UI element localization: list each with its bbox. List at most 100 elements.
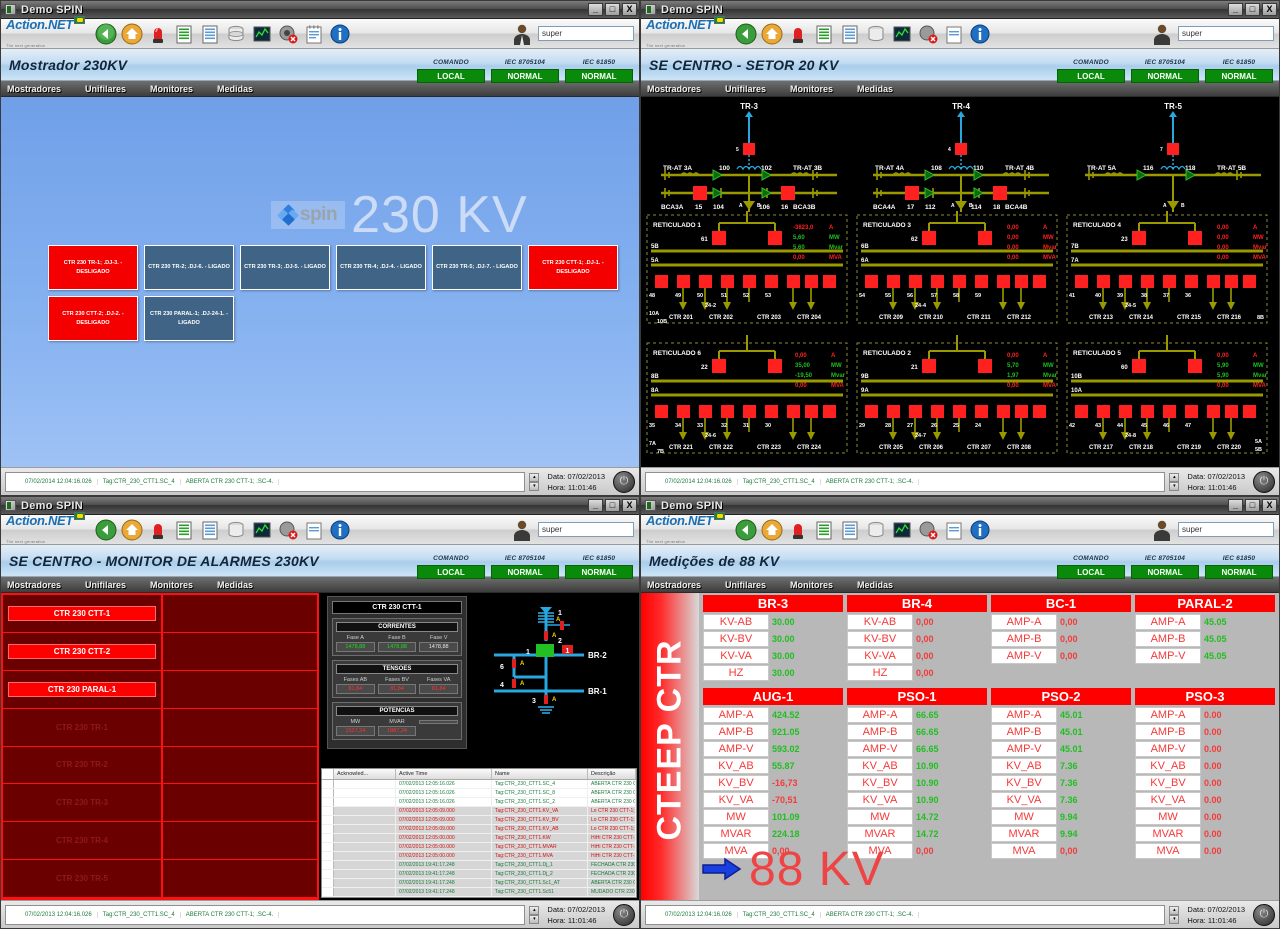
- notepad-icon[interactable]: [302, 518, 325, 541]
- alarm-chip-tr3[interactable]: CTR 230 TR-3: [8, 795, 156, 810]
- statusbar-list[interactable]: 07/02/2013 12:04:16.026 Tag:CTR_230_CTT1…: [645, 904, 1166, 925]
- green-list-icon[interactable]: [812, 22, 835, 45]
- device-button-tr3[interactable]: CTR 230 TR-3; .DJ-5. - LIGADO: [240, 245, 330, 290]
- user-field[interactable]: super: [538, 26, 634, 41]
- home-icon[interactable]: [760, 518, 783, 541]
- database-icon[interactable]: [224, 518, 247, 541]
- alarm-chip-tr4[interactable]: CTR 230 TR-4: [8, 833, 156, 848]
- info-icon[interactable]: [968, 22, 991, 45]
- statusbar-list[interactable]: 07/02/2013 12:04:16.026 Tag:CTR_230_CTT1…: [5, 904, 526, 925]
- menu-unifilares[interactable]: Unifilares: [725, 84, 778, 94]
- menu-mostradores[interactable]: Mostradores: [7, 580, 73, 590]
- home-icon[interactable]: [120, 22, 143, 45]
- close-button[interactable]: X: [1262, 3, 1277, 16]
- power-icon[interactable]: ⏻: [1253, 903, 1275, 926]
- home-icon[interactable]: [120, 518, 143, 541]
- back-icon[interactable]: [734, 518, 757, 541]
- back-icon[interactable]: [94, 22, 117, 45]
- user-field[interactable]: super: [1178, 26, 1274, 41]
- sound-off-icon[interactable]: [916, 518, 939, 541]
- statusbar-spinner[interactable]: ▴ ▾: [1169, 905, 1180, 924]
- green-list-icon[interactable]: [172, 22, 195, 45]
- back-icon[interactable]: [94, 518, 117, 541]
- power-icon[interactable]: ⏻: [613, 470, 635, 493]
- alarm-beacon-icon[interactable]: [146, 518, 169, 541]
- log-col-name[interactable]: Name: [492, 769, 588, 779]
- info-icon[interactable]: [328, 518, 351, 541]
- close-button[interactable]: X: [622, 3, 637, 16]
- alarm-chip-tr1[interactable]: CTR 230 TR-1: [8, 720, 156, 735]
- statusbar-list[interactable]: 07/02/2014 12:04:16.026 Tag:CTR_230_CTT1…: [645, 471, 1166, 492]
- menu-monitores[interactable]: Monitores: [150, 84, 205, 94]
- maximize-button[interactable]: □: [605, 3, 620, 16]
- menu-unifilares[interactable]: Unifilares: [725, 580, 778, 590]
- menu-unifilares[interactable]: Unifilares: [85, 580, 138, 590]
- blue-list-icon[interactable]: [838, 518, 861, 541]
- minimize-button[interactable]: _: [1228, 499, 1243, 512]
- device-button-tr4[interactable]: CTR 230 TR-4; .DJ-4. - LIGADO: [336, 245, 426, 290]
- device-button-ctt2[interactable]: CTR 230 CTT-2; .DJ-2. - DESLIGADO: [48, 296, 138, 341]
- alarm-chip-tr5[interactable]: CTR 230 TR-5: [8, 871, 156, 886]
- blue-list-icon[interactable]: [198, 518, 221, 541]
- alarm-beacon-icon[interactable]: [146, 22, 169, 45]
- device-button-ctt1[interactable]: CTR 230 CTT-1; .DJ-1. - DESLIGADO: [528, 245, 618, 290]
- user-field[interactable]: super: [1178, 522, 1274, 537]
- menu-monitores[interactable]: Monitores: [790, 84, 845, 94]
- menu-mostradores[interactable]: Mostradores: [647, 580, 713, 590]
- device-button-tr1[interactable]: CTR 230 TR-1; .DJ-3. - DESLIGADO: [48, 245, 138, 290]
- menu-monitores[interactable]: Monitores: [150, 580, 205, 590]
- blue-list-icon[interactable]: [838, 22, 861, 45]
- minimize-button[interactable]: _: [588, 499, 603, 512]
- maximize-button[interactable]: □: [1245, 499, 1260, 512]
- alarm-log-table[interactable]: Acknowled... Active Time Name Descrição …: [321, 768, 637, 898]
- menu-monitores[interactable]: Monitores: [790, 580, 845, 590]
- green-list-icon[interactable]: [812, 518, 835, 541]
- statusbar-spinner[interactable]: ▴ ▾: [529, 905, 540, 924]
- notepad-icon[interactable]: [302, 22, 325, 45]
- trend-chart-icon[interactable]: [890, 518, 913, 541]
- power-icon[interactable]: ⏻: [613, 903, 635, 926]
- info-icon[interactable]: [328, 22, 351, 45]
- sound-off-icon[interactable]: [276, 518, 299, 541]
- maximize-button[interactable]: □: [605, 499, 620, 512]
- device-button-tr5[interactable]: CTR 230 TR-5; .DJ-7. - LIGADO: [432, 245, 522, 290]
- green-list-icon[interactable]: [172, 518, 195, 541]
- device-button-paral1[interactable]: CTR 230 PARAL-1; .DJ-24-1. - LIGADO: [144, 296, 234, 341]
- maximize-button[interactable]: □: [1245, 3, 1260, 16]
- menu-medidas[interactable]: Medidas: [857, 580, 905, 590]
- close-button[interactable]: X: [1262, 499, 1277, 512]
- close-button[interactable]: X: [622, 499, 637, 512]
- log-col-ack[interactable]: Acknowled...: [334, 769, 396, 779]
- sound-off-icon[interactable]: [916, 22, 939, 45]
- info-icon[interactable]: [968, 518, 991, 541]
- alarm-chip-tr2[interactable]: CTR 230 TR-2: [8, 757, 156, 772]
- trend-chart-icon[interactable]: [250, 518, 273, 541]
- alarm-chip-ctt1[interactable]: CTR 230 CTT-1: [8, 605, 156, 621]
- statusbar-spinner[interactable]: ▴ ▾: [529, 472, 540, 491]
- database-icon[interactable]: [224, 22, 247, 45]
- device-button-tr2[interactable]: CTR 230 TR-2; .DJ-6. - LIGADO: [144, 245, 234, 290]
- menu-unifilares[interactable]: Unifilares: [85, 84, 138, 94]
- notepad-icon[interactable]: [942, 518, 965, 541]
- menu-medidas[interactable]: Medidas: [857, 84, 905, 94]
- trend-chart-icon[interactable]: [890, 22, 913, 45]
- menu-mostradores[interactable]: Mostradores: [7, 84, 73, 94]
- statusbar-spinner[interactable]: ▴ ▾: [1169, 472, 1180, 491]
- menu-medidas[interactable]: Medidas: [217, 84, 265, 94]
- alarm-beacon-icon[interactable]: [786, 518, 809, 541]
- sound-off-icon[interactable]: [276, 22, 299, 45]
- alarm-beacon-icon[interactable]: [786, 22, 809, 45]
- minimize-button[interactable]: _: [588, 3, 603, 16]
- minimize-button[interactable]: _: [1228, 3, 1243, 16]
- alarm-chip-ctt2[interactable]: CTR 230 CTT-2: [8, 643, 156, 659]
- back-icon[interactable]: [734, 22, 757, 45]
- power-icon[interactable]: ⏻: [1253, 470, 1275, 493]
- menu-mostradores[interactable]: Mostradores: [647, 84, 713, 94]
- menu-medidas[interactable]: Medidas: [217, 580, 265, 590]
- statusbar-list[interactable]: 07/02/2014 12:04:16.026 Tag:CTR_230_CTT1…: [5, 471, 526, 492]
- trend-chart-icon[interactable]: [250, 22, 273, 45]
- log-col-time[interactable]: Active Time: [396, 769, 492, 779]
- home-icon[interactable]: [760, 22, 783, 45]
- log-col-desc[interactable]: Descrição: [588, 769, 636, 779]
- database-icon[interactable]: [864, 518, 887, 541]
